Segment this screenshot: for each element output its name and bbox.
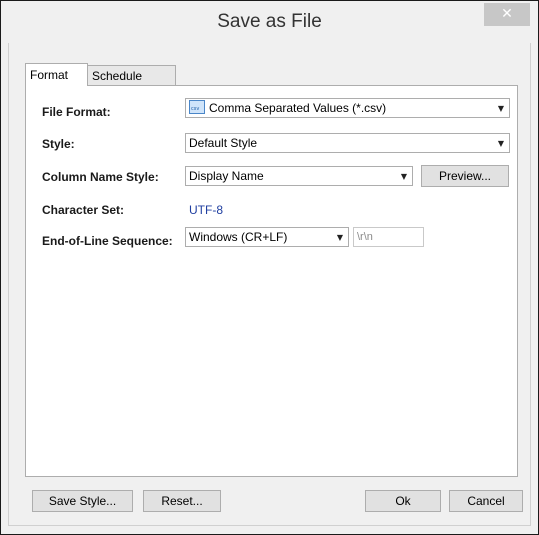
- style-dropdown[interactable]: Default Style ▼: [185, 133, 510, 153]
- style-label: Style:: [42, 137, 75, 151]
- eol-sequence-dropdown[interactable]: Windows (CR+LF) ▼: [185, 227, 349, 247]
- eol-sequence-value: Windows (CR+LF): [189, 230, 288, 244]
- character-set-value[interactable]: UTF-8: [189, 203, 223, 217]
- file-format-label: File Format:: [42, 105, 111, 119]
- file-format-dropdown[interactable]: csv Comma Separated Values (*.csv) ▼: [185, 98, 510, 118]
- title-bar: Save as File ✕: [1, 1, 538, 43]
- column-name-style-value: Display Name: [189, 169, 264, 183]
- column-name-style-label: Column Name Style:: [42, 170, 159, 184]
- style-value: Default Style: [189, 136, 258, 150]
- eol-sequence-field[interactable]: \r\n: [353, 227, 424, 247]
- ok-button[interactable]: Ok: [365, 490, 441, 512]
- tab-schedule[interactable]: Schedule: [88, 65, 176, 85]
- chevron-down-icon: ▼: [336, 233, 343, 242]
- chevron-down-icon: ▼: [497, 104, 504, 113]
- preview-button[interactable]: Preview...: [421, 165, 509, 187]
- cancel-button[interactable]: Cancel: [449, 490, 523, 512]
- close-button[interactable]: ✕: [484, 3, 530, 26]
- eol-sequence-label: End-of-Line Sequence:: [42, 234, 173, 248]
- character-set-label: Character Set:: [42, 203, 125, 217]
- tab-format[interactable]: Format: [25, 63, 88, 86]
- csv-file-icon: csv: [189, 100, 205, 114]
- dialog-title: Save as File: [217, 11, 322, 32]
- chevron-down-icon: ▼: [497, 139, 504, 148]
- reset-button[interactable]: Reset...: [143, 490, 221, 512]
- column-name-style-dropdown[interactable]: Display Name ▼: [185, 166, 413, 186]
- chevron-down-icon: ▼: [400, 172, 407, 181]
- file-format-value: Comma Separated Values (*.csv): [209, 101, 387, 115]
- close-icon: ✕: [501, 6, 513, 22]
- save-style-button[interactable]: Save Style...: [32, 490, 133, 512]
